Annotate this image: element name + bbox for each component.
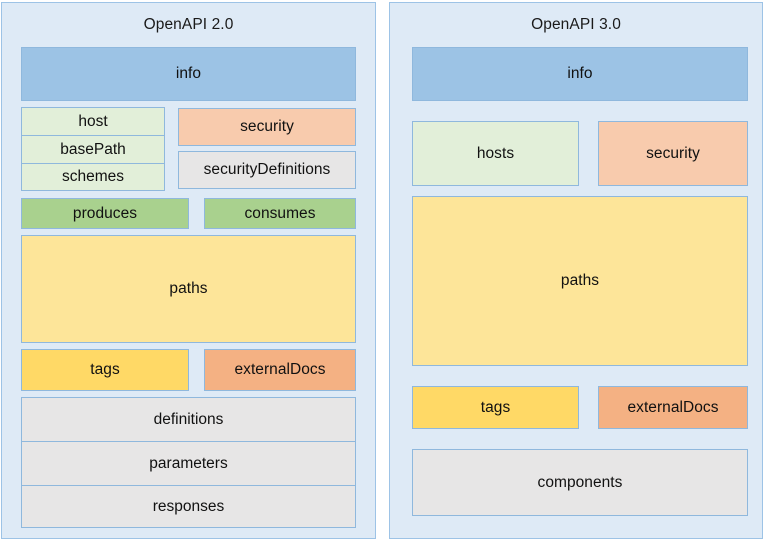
- box-tags-v3: tags: [412, 386, 579, 429]
- box-security-v3: security: [598, 121, 748, 186]
- box-responses-v2: responses: [152, 497, 225, 515]
- box-security-v2: security: [178, 108, 356, 146]
- box-produces-v2: produces: [21, 198, 189, 229]
- box-paths-v3: paths: [412, 196, 748, 366]
- box-consumes-v2: consumes: [204, 198, 356, 229]
- diagram-canvas: OpenAPI 2.0 info host basePath schemes s…: [0, 0, 768, 541]
- box-parameters-v2: parameters: [22, 442, 355, 486]
- box-schemes-v2: schemes: [61, 168, 125, 186]
- box-host-v2: host: [22, 108, 164, 136]
- panel-title-openapi-2: OpenAPI 2.0: [143, 16, 234, 33]
- box-externaldocs-v3: externalDocs: [598, 386, 748, 429]
- box-components-v3: components: [412, 449, 748, 516]
- panel-openapi-3: OpenAPI 3.0 info hosts security paths ta…: [389, 2, 763, 539]
- box-basepath-v2: basePath: [22, 136, 164, 164]
- group-definitions-parameters-responses: definitions parameters responses: [21, 397, 356, 528]
- box-info-v3: info: [412, 47, 748, 101]
- panel-title-openapi-3: OpenAPI 3.0: [531, 16, 621, 33]
- group-host-basepath-schemes: host basePath schemes: [21, 107, 165, 191]
- box-info-v2: info: [21, 47, 356, 101]
- box-externaldocs-v2: externalDocs: [204, 349, 356, 391]
- box-hosts-v3: hosts: [412, 121, 579, 186]
- box-tags-v2: tags: [21, 349, 189, 391]
- panel-openapi-2: OpenAPI 2.0 info host basePath schemes s…: [1, 2, 376, 539]
- box-securitydefinitions-v2: securityDefinitions: [178, 151, 356, 189]
- box-paths-v2: paths: [21, 235, 356, 343]
- box-definitions-v2: definitions: [22, 398, 355, 442]
